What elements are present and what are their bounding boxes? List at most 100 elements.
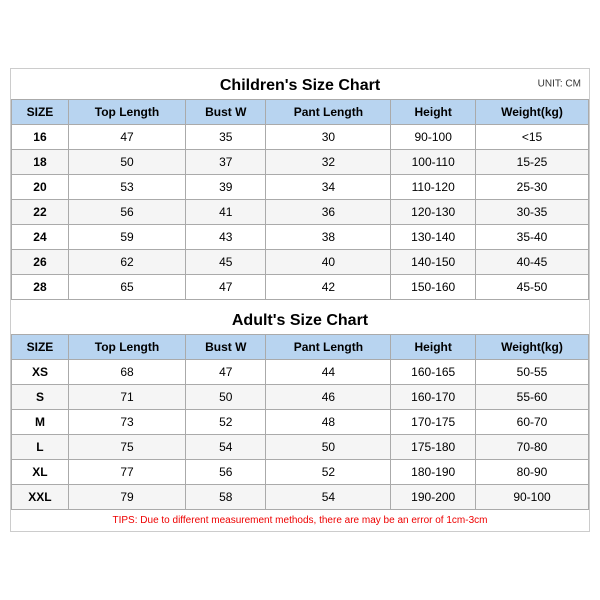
adult-col-header-height: Height (391, 335, 476, 360)
adult-size-table: SIZE Top Length Bust W Pant Length Heigh… (11, 334, 589, 510)
table-cell: 45-50 (476, 275, 589, 300)
table-cell: 58 (186, 485, 266, 510)
table-cell: 30 (266, 125, 391, 150)
table-row: XS684744160-16550-55 (12, 360, 589, 385)
table-cell: 35 (186, 125, 266, 150)
table-cell: 37 (186, 150, 266, 175)
table-cell: 90-100 (391, 125, 476, 150)
table-cell: 15-25 (476, 150, 589, 175)
table-cell: XS (12, 360, 69, 385)
adult-col-header-pant-length: Pant Length (266, 335, 391, 360)
table-cell: M (12, 410, 69, 435)
table-cell: 35-40 (476, 225, 589, 250)
table-row: XL775652180-19080-90 (12, 460, 589, 485)
col-header-bust-w: Bust W (186, 100, 266, 125)
table-cell: 34 (266, 175, 391, 200)
size-chart-container: Children's Size Chart UNIT: CM SIZE Top … (10, 68, 590, 532)
adult-col-header-size: SIZE (12, 335, 69, 360)
col-header-size: SIZE (12, 100, 69, 125)
table-cell: 68 (68, 360, 185, 385)
table-cell: 46 (266, 385, 391, 410)
table-row: 20533934110-12025-30 (12, 175, 589, 200)
table-row: 24594338130-14035-40 (12, 225, 589, 250)
table-cell: 77 (68, 460, 185, 485)
table-cell: 47 (186, 360, 266, 385)
adult-section-title: Adult's Size Chart (11, 304, 589, 334)
table-cell: 54 (186, 435, 266, 460)
table-cell: 62 (68, 250, 185, 275)
tips-text: TIPS: Due to different measurement metho… (11, 510, 589, 531)
table-row: S715046160-17055-60 (12, 385, 589, 410)
table-row: 18503732100-11015-25 (12, 150, 589, 175)
table-cell: 45 (186, 250, 266, 275)
table-cell: 180-190 (391, 460, 476, 485)
table-cell: 54 (266, 485, 391, 510)
adult-col-header-weight: Weight(kg) (476, 335, 589, 360)
table-cell: 65 (68, 275, 185, 300)
table-cell: <15 (476, 125, 589, 150)
table-cell: 42 (266, 275, 391, 300)
table-cell: 24 (12, 225, 69, 250)
table-cell: 50 (266, 435, 391, 460)
table-cell: 44 (266, 360, 391, 385)
table-cell: 20 (12, 175, 69, 200)
table-cell: 48 (266, 410, 391, 435)
table-cell: 43 (186, 225, 266, 250)
table-cell: 53 (68, 175, 185, 200)
table-cell: 26 (12, 250, 69, 275)
table-cell: 60-70 (476, 410, 589, 435)
table-cell: 190-200 (391, 485, 476, 510)
table-row: L755450175-18070-80 (12, 435, 589, 460)
table-row: 1647353090-100<15 (12, 125, 589, 150)
children-size-table: SIZE Top Length Bust W Pant Length Heigh… (11, 99, 589, 300)
table-cell: 36 (266, 200, 391, 225)
table-cell: 18 (12, 150, 69, 175)
table-cell: 79 (68, 485, 185, 510)
table-cell: 71 (68, 385, 185, 410)
table-cell: 16 (12, 125, 69, 150)
table-cell: 40 (266, 250, 391, 275)
table-cell: 50-55 (476, 360, 589, 385)
adult-title-text: Adult's Size Chart (232, 312, 368, 329)
table-cell: 47 (68, 125, 185, 150)
table-cell: 50 (68, 150, 185, 175)
table-cell: 175-180 (391, 435, 476, 460)
adult-header-row: SIZE Top Length Bust W Pant Length Heigh… (12, 335, 589, 360)
table-cell: 32 (266, 150, 391, 175)
table-cell: 55-60 (476, 385, 589, 410)
table-cell: 73 (68, 410, 185, 435)
table-cell: 160-170 (391, 385, 476, 410)
table-row: XXL795854190-20090-100 (12, 485, 589, 510)
table-cell: 30-35 (476, 200, 589, 225)
table-cell: 75 (68, 435, 185, 460)
table-cell: 22 (12, 200, 69, 225)
table-cell: 110-120 (391, 175, 476, 200)
col-header-height: Height (391, 100, 476, 125)
adult-col-header-bust-w: Bust W (186, 335, 266, 360)
table-cell: 52 (186, 410, 266, 435)
table-cell: 130-140 (391, 225, 476, 250)
table-cell: 41 (186, 200, 266, 225)
table-cell: 47 (186, 275, 266, 300)
table-cell: 150-160 (391, 275, 476, 300)
table-cell: 120-130 (391, 200, 476, 225)
unit-label: UNIT: CM (538, 79, 581, 90)
table-cell: 70-80 (476, 435, 589, 460)
table-cell: 90-100 (476, 485, 589, 510)
table-cell: 100-110 (391, 150, 476, 175)
table-row: M735248170-17560-70 (12, 410, 589, 435)
table-cell: L (12, 435, 69, 460)
table-cell: 56 (68, 200, 185, 225)
table-cell: 28 (12, 275, 69, 300)
col-header-top-length: Top Length (68, 100, 185, 125)
table-row: 22564136120-13030-35 (12, 200, 589, 225)
children-title-text: Children's Size Chart (220, 77, 380, 94)
table-cell: XXL (12, 485, 69, 510)
children-section-title: Children's Size Chart UNIT: CM (11, 69, 589, 99)
table-cell: 50 (186, 385, 266, 410)
table-row: 26624540140-15040-45 (12, 250, 589, 275)
table-cell: XL (12, 460, 69, 485)
table-cell: 170-175 (391, 410, 476, 435)
table-cell: 52 (266, 460, 391, 485)
col-header-pant-length: Pant Length (266, 100, 391, 125)
